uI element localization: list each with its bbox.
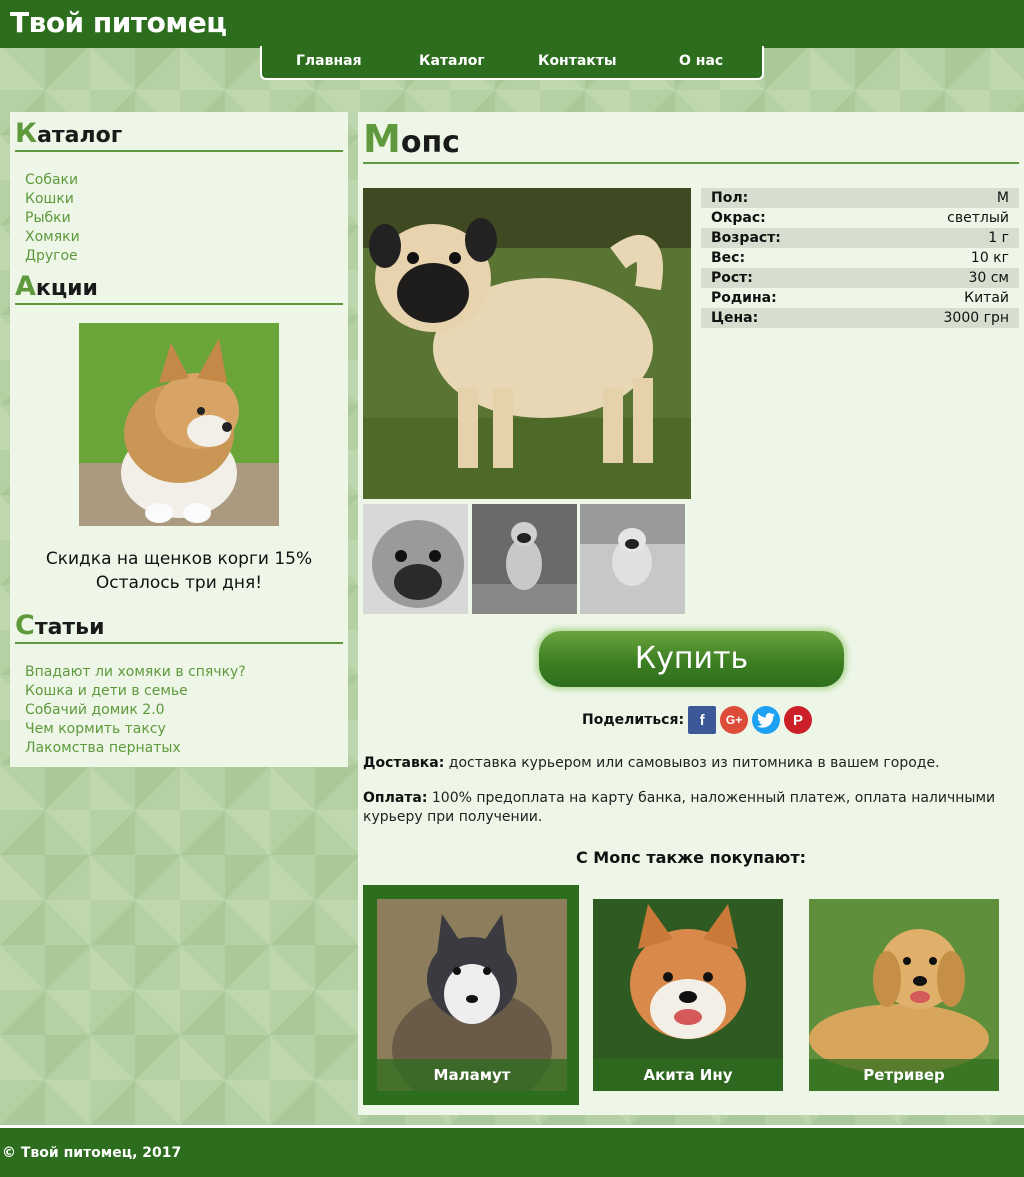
nav-item-catalog[interactable]: Каталог — [419, 53, 485, 69]
promo-line-2: Осталось три дня! — [95, 573, 263, 593]
footer-copyright: © Твой питомец, 2017 — [2, 1145, 182, 1161]
nav-item-home[interactable]: Главная — [296, 53, 362, 69]
article-link[interactable]: Лакомства пернатых — [25, 739, 246, 758]
articles-list: Впадают ли хомяки в спячку? Кошка и дети… — [25, 663, 246, 758]
share-label: Поделиться: — [582, 712, 685, 728]
pinterest-icon[interactable]: P — [784, 706, 813, 734]
recommendation-label: Маламут — [377, 1059, 567, 1091]
catalog-link-hamsters[interactable]: Хомяки — [25, 228, 80, 247]
recommendation-label: Акита Ину — [593, 1059, 783, 1091]
product-title: Мопс — [363, 120, 1019, 164]
spec-row-price: Цена: 3000 грн — [701, 308, 1019, 328]
payment-info: Оплата: 100% предоплата на карту банка, … — [363, 790, 996, 825]
facebook-icon[interactable]: f — [688, 706, 717, 734]
share-bar: Поделиться: f G+ P — [582, 706, 813, 734]
spec-row-origin: Родина: Китай — [711, 290, 1009, 306]
catalog-link-dogs[interactable]: Собаки — [25, 171, 80, 190]
product-main-photo[interactable] — [363, 188, 691, 499]
google-plus-icon[interactable]: G+ — [720, 706, 749, 734]
catalog-list: Собаки Кошки Рыбки Хомяки Другое — [25, 171, 80, 266]
site-header: Твой питомец — [0, 0, 1024, 48]
product-thumbnail-3[interactable] — [580, 504, 685, 614]
promo-text: Скидка на щенков корги 15% Осталось три … — [10, 547, 348, 595]
spec-row-sex: Пол: М — [701, 188, 1019, 208]
article-link[interactable]: Чем кормить таксу — [25, 720, 246, 739]
recommendation-label: Ретривер — [809, 1059, 999, 1091]
catalog-heading: Каталог — [15, 120, 343, 152]
article-link[interactable]: Кошка и дети в семье — [25, 682, 246, 701]
promo-heading: Акции — [15, 273, 343, 305]
also-bought-heading: С Мопс также покупают: — [575, 848, 807, 867]
product-thumbnail-1[interactable] — [363, 504, 468, 614]
nav-item-contacts[interactable]: Контакты — [538, 53, 617, 69]
catalog-link-fish[interactable]: Рыбки — [25, 209, 80, 228]
catalog-link-cats[interactable]: Кошки — [25, 190, 80, 209]
product-thumbnail-2[interactable] — [472, 504, 577, 614]
nav-item-about[interactable]: О нас — [679, 53, 723, 69]
catalog-link-other[interactable]: Другое — [25, 247, 80, 266]
buy-button[interactable]: Купить — [539, 631, 844, 687]
spec-row-weight: Вес: 10 кг — [711, 250, 1009, 266]
article-link[interactable]: Собачий домик 2.0 — [25, 701, 246, 720]
site-title[interactable]: Твой питомец — [10, 6, 227, 39]
spec-row-age: Возраст: 1 г — [701, 228, 1019, 248]
twitter-icon[interactable] — [752, 706, 781, 734]
sidebar: Каталог Собаки Кошки Рыбки Хомяки Другое… — [10, 112, 348, 767]
recommendation-card-retriever[interactable]: Ретривер — [795, 885, 1011, 1105]
recommendation-card-akita[interactable]: Акита Ину — [579, 885, 795, 1105]
product-panel: Мопс Пол: М Окрас: светлый Возраст: 1 г … — [358, 112, 1024, 1115]
spec-row-height: Рост: 30 см — [701, 268, 1019, 288]
promo-line-1: Скидка на щенков корги 15% — [45, 549, 313, 569]
article-link[interactable]: Впадают ли хомяки в спячку? — [25, 663, 246, 682]
spec-row-color: Окрас: светлый — [711, 210, 1009, 226]
delivery-info: Доставка: доставка курьером или самовыво… — [363, 755, 940, 771]
articles-heading: Статьи — [15, 612, 343, 644]
main-nav: Главная Каталог Контакты О нас — [260, 46, 764, 80]
promo-corgi-image[interactable] — [79, 323, 279, 526]
site-footer: © Твой питомец, 2017 — [0, 1125, 1024, 1177]
product-specs-table: Пол: М Окрас: светлый Возраст: 1 г Вес: 10 к… — [701, 188, 1019, 328]
recommendation-card-malamute[interactable]: Маламут — [363, 885, 579, 1105]
